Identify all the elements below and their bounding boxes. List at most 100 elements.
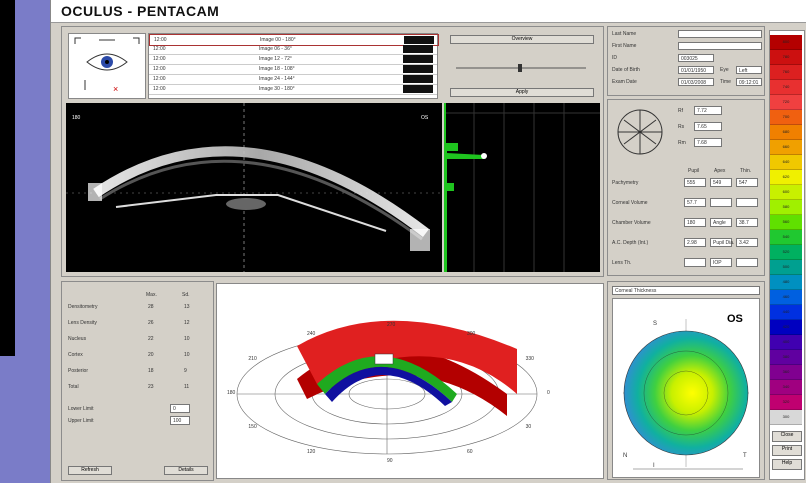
image-time: 12:00 bbox=[153, 46, 166, 52]
apply-button[interactable]: Apply bbox=[450, 88, 594, 97]
image-row[interactable]: 12:00 Image 30 - 180° bbox=[149, 84, 437, 95]
image-time: 12:00 bbox=[153, 56, 166, 62]
measurement-value bbox=[710, 198, 732, 207]
map-t-label: T bbox=[743, 453, 747, 459]
palette-value: 520 bbox=[782, 249, 790, 254]
slider-track[interactable] bbox=[456, 63, 586, 75]
lens-row-label: Posterior bbox=[68, 368, 89, 374]
details-button[interactable]: Details bbox=[164, 466, 208, 475]
image-list[interactable]: 12:00 Image 00 - 180° 12:00 Image 06 - 36° 1… bbox=[148, 33, 439, 99]
patient-field-input[interactable]: 01/03/2008 bbox=[678, 78, 714, 86]
measurement-value-text: IOP bbox=[713, 260, 722, 266]
palette-close-button[interactable]: Close bbox=[772, 431, 802, 442]
measurement-header: Apex bbox=[714, 168, 726, 174]
limit-value: 100 bbox=[173, 418, 182, 424]
thickness-map[interactable]: OS N T S I bbox=[612, 298, 760, 478]
patient-field-value: 003025 bbox=[681, 56, 698, 62]
palette-value: 780 bbox=[782, 54, 790, 59]
lens-row-sd: 10 bbox=[184, 352, 190, 358]
palette-help-button[interactable]: Help bbox=[772, 459, 802, 470]
palette-swatch: 800 bbox=[770, 35, 802, 50]
measurement-value: 38.7 bbox=[736, 218, 758, 227]
palette-value: 660 bbox=[782, 144, 790, 149]
palette-swatch: 560 bbox=[770, 215, 802, 230]
limit-spinner[interactable]: 0 bbox=[170, 404, 190, 413]
axis-diagram[interactable] bbox=[612, 104, 668, 160]
palette-print-button[interactable]: Print bbox=[772, 445, 802, 456]
polar-tick-label: 120 bbox=[307, 449, 316, 455]
curvature-label: Rs bbox=[678, 124, 685, 130]
lens-row-max: 28 bbox=[148, 304, 154, 310]
color-palette: 800 780 760 740 720 700 680 660 640 620 600 580 560 5… bbox=[769, 30, 805, 480]
svg-text:×: × bbox=[113, 84, 118, 94]
palette-swatch: 660 bbox=[770, 140, 802, 155]
camera-controls: Overview Apply bbox=[446, 33, 598, 99]
patient-field-input[interactable]: 01/01/1950 bbox=[678, 66, 714, 74]
patient-field-input[interactable] bbox=[678, 42, 762, 50]
measurement-value bbox=[684, 258, 706, 267]
measurement-value: Pupil Dia. bbox=[710, 238, 734, 247]
patient-field-value: 01/01/1950 bbox=[681, 68, 707, 74]
curvature-value: 7.72 bbox=[694, 106, 722, 115]
patient-side-input[interactable]: Left bbox=[736, 66, 762, 74]
palette-swatch: 780 bbox=[770, 50, 802, 65]
measurement-label: Corneal Volume bbox=[612, 200, 648, 206]
polar-tick-label: 60 bbox=[467, 449, 473, 455]
polar-tick-label: 270 bbox=[387, 322, 396, 328]
polar-tick-label: 30 bbox=[526, 424, 532, 430]
curvature-value-text: 7.68 bbox=[697, 140, 707, 146]
palette-value: 380 bbox=[782, 354, 790, 359]
lens-row-max: 23 bbox=[148, 384, 154, 390]
palette-value: 620 bbox=[782, 174, 790, 179]
lens-row-max: 20 bbox=[148, 352, 154, 358]
patient-side-label: Eye bbox=[720, 67, 729, 73]
palette-value: 300 bbox=[782, 414, 790, 419]
palette-swatch: 720 bbox=[770, 95, 802, 110]
measurement-value bbox=[736, 258, 758, 267]
palette-swatch: 360 bbox=[770, 365, 802, 380]
measurement-value-text: 3.42 bbox=[739, 240, 749, 246]
image-label: Image 06 - 36° bbox=[259, 46, 292, 52]
palette-swatch: 340 bbox=[770, 380, 802, 395]
lens-panel: Max. Sd. Densitometry 28 13 Lens Density 26 12 N… bbox=[61, 281, 214, 481]
lens-row-max: 22 bbox=[148, 336, 154, 342]
image-thumbnail bbox=[403, 75, 433, 83]
cornea-3d-model bbox=[297, 320, 517, 416]
polar-tick-label: 180 bbox=[227, 390, 236, 396]
patient-field-input[interactable]: 003025 bbox=[678, 54, 714, 62]
overview-button[interactable]: Overview bbox=[450, 35, 594, 44]
image-time: 12:00 bbox=[153, 76, 166, 82]
eye-position-view[interactable]: × bbox=[68, 33, 146, 99]
3d-view[interactable]: 0 30 60 90 120 150 180 210 240 270 300 330 bbox=[216, 283, 604, 479]
image-label: Image 00 - 180° bbox=[260, 37, 296, 43]
limit-spinner[interactable]: 100 bbox=[170, 416, 190, 425]
patient-field-input[interactable] bbox=[678, 30, 762, 38]
image-thumbnail bbox=[403, 65, 433, 73]
palette-swatch: 760 bbox=[770, 65, 802, 80]
image-time: 12:00 bbox=[153, 86, 166, 92]
lens-header: Sd. bbox=[182, 292, 190, 298]
palette-value: 320 bbox=[782, 399, 790, 404]
palette-value: 360 bbox=[782, 369, 790, 374]
palette-swatch: 640 bbox=[770, 155, 802, 170]
patient-side-input[interactable]: 09:12:01 bbox=[736, 78, 762, 86]
image-thumbnail bbox=[403, 55, 433, 63]
palette-swatch: 700 bbox=[770, 110, 802, 125]
image-label: Image 24 - 144° bbox=[259, 76, 295, 82]
scheimpflug-image[interactable]: 180 OS bbox=[66, 103, 442, 272]
refresh-button[interactable]: Refresh bbox=[68, 466, 112, 475]
curvature-value: 7.68 bbox=[694, 138, 722, 147]
density-graph[interactable] bbox=[444, 103, 600, 272]
polar-tick-label: 240 bbox=[307, 331, 316, 337]
map-type-dropdown[interactable]: Corneal Thickness bbox=[612, 286, 760, 295]
measurement-label: Pachymetry bbox=[612, 180, 639, 186]
measurement-value: 3.42 bbox=[736, 238, 758, 247]
curvature-label: Rf bbox=[678, 108, 683, 114]
palette-value: 460 bbox=[782, 294, 790, 299]
background-panel bbox=[0, 0, 15, 356]
palette-value: 400 bbox=[782, 339, 790, 344]
palette-swatch: 500 bbox=[770, 260, 802, 275]
polar-tick-label: 150 bbox=[248, 424, 257, 430]
map-type-label: Corneal Thickness bbox=[615, 288, 657, 294]
lens-row-label: Densitometry bbox=[68, 304, 98, 310]
